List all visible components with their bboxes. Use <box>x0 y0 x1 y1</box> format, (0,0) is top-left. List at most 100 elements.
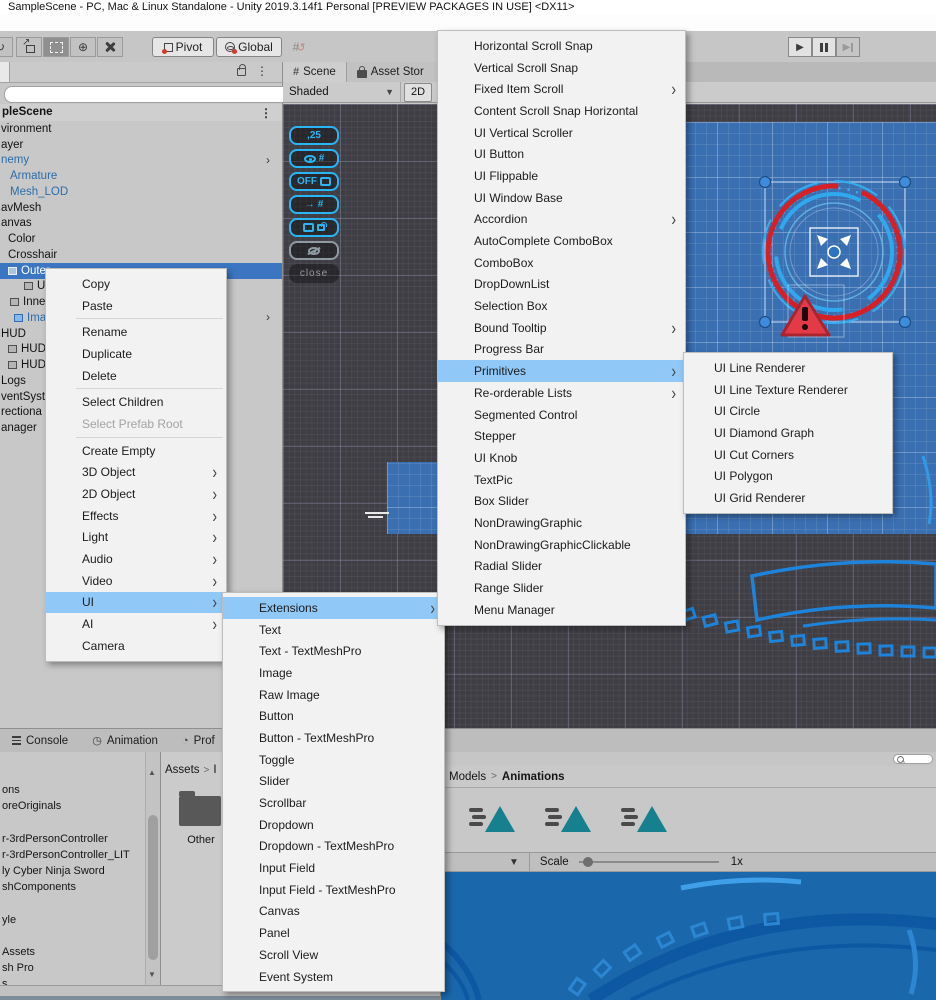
scroll-up-icon[interactable]: ▲ <box>148 768 156 777</box>
pivot-toggle-button[interactable]: Pivot <box>152 37 214 57</box>
menu-item[interactable]: Delete <box>46 365 226 387</box>
menu-item[interactable]: DropDownList <box>438 274 685 296</box>
move-gizmo[interactable] <box>809 227 859 277</box>
scroll-down-icon[interactable]: ▼ <box>148 970 156 979</box>
project-tree-item[interactable]: r-3rdPersonController <box>0 831 145 847</box>
menu-item[interactable]: UI Grid Renderer <box>684 487 892 509</box>
hierarchy-item[interactable]: nemy <box>0 153 282 169</box>
project-tree-item[interactable] <box>0 814 145 830</box>
menu-item[interactable]: UI Button <box>438 143 685 165</box>
transform-tool-button[interactable]: ⊕ <box>70 37 96 57</box>
menu-item[interactable]: NonDrawingGraphic <box>438 512 685 534</box>
project-tree-item[interactable] <box>0 928 145 944</box>
scrollbar-thumb[interactable] <box>148 815 158 960</box>
hierarchy-item[interactable]: Armature <box>0 168 282 184</box>
menu-item[interactable]: Button <box>223 705 444 727</box>
menu-item[interactable]: Panel <box>223 922 444 944</box>
menu-item[interactable]: Video <box>46 570 226 592</box>
menu-item[interactable]: Box Slider <box>438 490 685 512</box>
menu-item[interactable]: UI Knob <box>438 447 685 469</box>
project-tree-item[interactable]: ly Cyber Ninja Sword <box>0 863 145 879</box>
menu-item[interactable]: Camera <box>46 635 226 657</box>
files-breadcrumb[interactable]: Assets > I <box>165 764 217 776</box>
menu-item[interactable]: Select Prefab Root <box>46 413 226 435</box>
menu-item[interactable]: Content Scroll Snap Horizontal <box>438 100 685 122</box>
tab-animation[interactable]: ◷ Animation <box>80 729 170 753</box>
shading-mode-dropdown[interactable]: Shaded ▼ <box>283 81 401 103</box>
menu-item[interactable]: Selection Box <box>438 295 685 317</box>
menu-item[interactable]: Light <box>46 527 226 549</box>
menu-item[interactable]: Horizontal Scroll Snap <box>438 35 685 57</box>
breadcrumb-root[interactable]: Assets <box>165 764 200 776</box>
menu-item[interactable]: NonDrawingGraphicClickable <box>438 534 685 556</box>
menu-item[interactable]: Text - TextMeshPro <box>223 640 444 662</box>
menu-item[interactable]: UI Flippable <box>438 165 685 187</box>
scale-slider[interactable] <box>578 857 719 867</box>
project-tree-item[interactable]: ons <box>0 782 145 798</box>
expand-arrow-icon[interactable] <box>266 153 270 169</box>
project-tree-item[interactable]: r-3rdPersonController_LIT <box>0 847 145 863</box>
menu-item[interactable]: Copy <box>46 273 226 295</box>
hierarchy-tab[interactable] <box>0 62 10 82</box>
menu-item[interactable]: UI <box>46 591 226 614</box>
project-tree-item[interactable]: sh Pro <box>0 960 145 976</box>
tab-asset-store[interactable]: Asset Stor <box>346 62 440 82</box>
menu-item[interactable]: Create Empty <box>46 436 226 462</box>
menu-item[interactable]: UI Circle <box>684 400 892 422</box>
search-field[interactable] <box>893 754 933 764</box>
slider-knob[interactable] <box>582 857 593 867</box>
menu-item[interactable]: Text <box>223 619 444 641</box>
rect-tool-button[interactable] <box>43 37 69 57</box>
kebab-menu-icon[interactable]: ⋮ <box>260 105 272 122</box>
menu-item[interactable]: Input Field - TextMeshPro <box>223 879 444 901</box>
menu-item[interactable]: Bound Tooltip <box>438 317 685 339</box>
menu-item[interactable]: Event System <box>223 966 444 988</box>
menu-item[interactable]: AI <box>46 613 226 635</box>
menu-item[interactable]: Primitives <box>438 360 685 382</box>
menu-item[interactable]: Button - TextMeshPro <box>223 727 444 749</box>
global-toggle-button[interactable]: Global <box>216 37 282 57</box>
menu-item[interactable]: Effects <box>46 505 226 527</box>
animations-breadcrumb[interactable]: Models > Animations <box>441 766 936 788</box>
hierarchy-item[interactable]: avMesh <box>0 200 282 216</box>
menu-item[interactable]: Re-orderable Lists <box>438 382 685 404</box>
menu-item[interactable]: Audio <box>46 548 226 570</box>
pause-button[interactable] <box>812 37 836 57</box>
menu-item[interactable]: UI Cut Corners <box>684 444 892 466</box>
menu-item[interactable]: Scrollbar <box>223 792 444 814</box>
menu-item[interactable]: Slider <box>223 771 444 793</box>
animation-preview[interactable] <box>441 872 936 1000</box>
menu-item[interactable]: Rename <box>46 318 226 343</box>
hierarchy-item[interactable]: Crosshair <box>0 247 282 263</box>
menu-item[interactable]: Toggle <box>223 749 444 771</box>
lock-icon[interactable] <box>237 64 246 76</box>
custom-tool-button[interactable] <box>97 37 123 57</box>
menu-item[interactable]: Canvas <box>223 901 444 923</box>
menu-item[interactable]: UI Vertical Scroller <box>438 122 685 144</box>
scene-name-row[interactable]: pleScene ⋮ <box>0 104 282 121</box>
menu-item[interactable]: Duplicate <box>46 343 226 365</box>
menu-item[interactable]: Scroll View <box>223 944 444 966</box>
rotate-tool-button[interactable]: ↻ <box>0 37 13 57</box>
project-tree-item[interactable]: Assets <box>0 944 145 960</box>
menu-item[interactable]: Fixed Item Scroll <box>438 78 685 100</box>
chevron-down-icon[interactable]: ▼ <box>509 857 519 868</box>
project-tree-item[interactable]: oreOriginals <box>0 798 145 814</box>
kebab-menu-icon[interactable]: ⋮ <box>256 64 268 78</box>
hierarchy-item[interactable]: vironment <box>0 121 282 137</box>
menu-item[interactable]: UI Polygon <box>684 465 892 487</box>
menu-item[interactable]: Extensions <box>223 597 444 619</box>
menu-item[interactable]: UI Line Texture Renderer <box>684 379 892 401</box>
folder-icon[interactable] <box>179 791 221 826</box>
hierarchy-item[interactable]: Color <box>0 231 282 247</box>
scale-tool-button[interactable]: ↗ <box>16 37 42 57</box>
project-tree-scrollbar[interactable]: ▲ ▼ <box>145 752 160 985</box>
animation-clip-icon[interactable] <box>545 802 595 836</box>
menu-item[interactable]: Input Field <box>223 857 444 879</box>
menu-item[interactable]: Vertical Scroll Snap <box>438 57 685 79</box>
play-button[interactable]: ▶ <box>788 37 812 57</box>
menu-item[interactable]: Image <box>223 662 444 684</box>
menu-item[interactable]: Accordion <box>438 209 685 231</box>
menu-item[interactable]: Progress Bar <box>438 339 685 361</box>
hierarchy-item[interactable]: ayer <box>0 137 282 153</box>
